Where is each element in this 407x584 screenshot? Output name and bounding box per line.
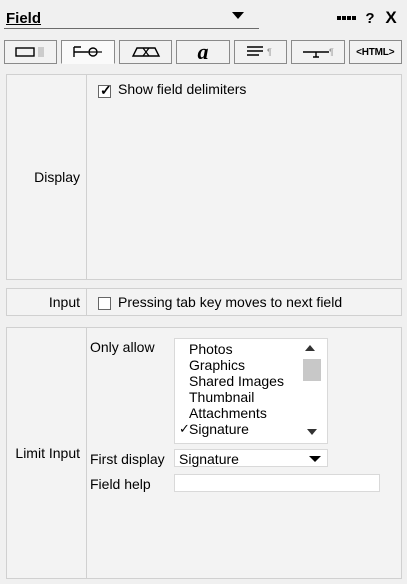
tab-key-icon <box>73 46 103 57</box>
field-help-label: Field help <box>90 476 151 492</box>
tab-display[interactable] <box>4 40 58 64</box>
tab-paragraph[interactable]: ¶ <box>233 40 288 64</box>
chevron-down-icon[interactable] <box>232 12 244 19</box>
tab-tabs[interactable]: ¶ <box>291 40 345 64</box>
font-a-icon: a <box>197 39 209 64</box>
only-allow-listbox[interactable]: Photos Graphics Shared Images Thumbnail … <box>174 338 328 444</box>
field-frame-icon <box>15 47 44 57</box>
checkmark-icon: ✓ <box>179 421 190 436</box>
first-display-select[interactable]: Signature <box>174 449 328 467</box>
input-section: Input Pressing tab key moves to next fie… <box>6 288 402 316</box>
shape-icon <box>131 47 160 57</box>
tab-font[interactable]: a <box>176 39 230 64</box>
limit-input-label: Limit Input <box>7 328 87 578</box>
selected-option-label: Signature <box>189 421 249 437</box>
field-help-input[interactable] <box>174 474 380 492</box>
paragraph-lines-icon: ¶ <box>247 46 272 57</box>
svg-text:¶: ¶ <box>267 47 272 57</box>
show-field-delimiters-checkbox[interactable]: ✓ <box>98 82 112 98</box>
title-underline <box>4 28 259 29</box>
tab-input[interactable] <box>61 40 115 64</box>
list-item[interactable]: Attachments <box>189 405 267 421</box>
only-allow-label: Only allow <box>90 339 155 355</box>
help-button[interactable]: ? <box>363 8 377 28</box>
list-item[interactable]: Thumbnail <box>189 389 254 405</box>
list-item[interactable]: Photos <box>189 341 233 357</box>
first-display-label: First display <box>90 451 165 467</box>
svg-text:¶: ¶ <box>329 47 334 57</box>
tab-shape[interactable] <box>118 40 173 64</box>
html-icon: <HTML> <box>356 46 395 58</box>
scroll-up-icon[interactable] <box>305 345 315 351</box>
list-item[interactable]: Shared Images <box>189 373 284 389</box>
property-tabs: a ¶ ¶ <HTML> <box>4 40 402 64</box>
tab-stop-icon: ¶ <box>302 47 334 58</box>
panel-header: Field ? X <box>0 0 407 34</box>
scroll-down-icon[interactable] <box>307 429 317 435</box>
dock-handle-icon[interactable] <box>336 8 358 28</box>
close-button[interactable]: X <box>383 8 399 28</box>
chevron-down-icon[interactable] <box>309 456 321 462</box>
display-section: Display ✓ Show field delimiters <box>6 74 402 280</box>
scrollbar-thumb[interactable] <box>303 359 321 381</box>
pressing-tab-checkbox[interactable] <box>98 297 111 310</box>
input-label: Input <box>7 289 87 315</box>
checkmark-icon: ✓ <box>100 82 112 98</box>
display-content: ✓ Show field delimiters <box>88 75 401 279</box>
panel-title[interactable]: Field <box>6 10 41 27</box>
pressing-tab-label[interactable]: Pressing tab key moves to next field <box>118 294 342 310</box>
display-label: Display <box>7 75 87 279</box>
first-display-value: Signature <box>179 451 239 467</box>
html-tab-label: HTML <box>361 46 389 58</box>
list-item-selected[interactable]: ✓ Signature <box>179 421 249 437</box>
list-item[interactable]: Graphics <box>189 357 245 373</box>
input-content: Pressing tab key moves to next field <box>88 289 401 315</box>
show-field-delimiters-label[interactable]: Show field delimiters <box>118 81 246 97</box>
tab-html[interactable]: <HTML> <box>348 40 402 64</box>
